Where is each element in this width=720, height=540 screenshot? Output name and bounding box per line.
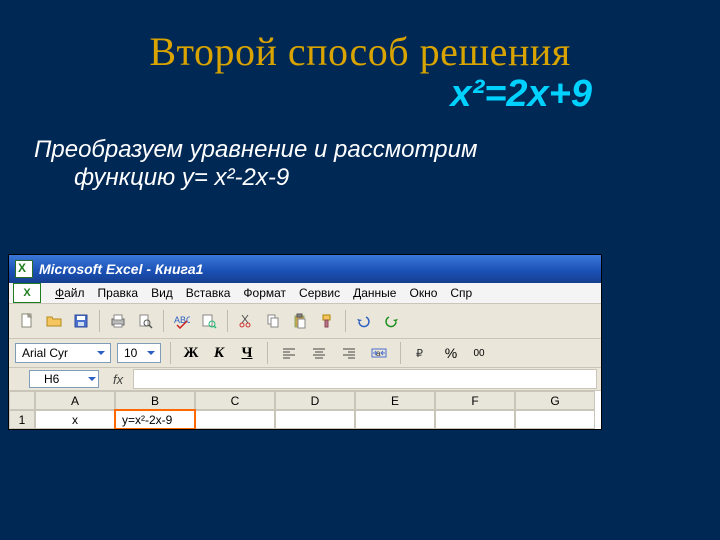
font-name-combo[interactable]: Arial Cyr [15, 343, 111, 363]
name-box[interactable]: H6 [29, 370, 99, 388]
format-painter-icon[interactable] [315, 309, 339, 333]
menu-file[interactable]: Файл [50, 285, 90, 301]
percent-button[interactable]: % [440, 342, 462, 364]
cell-g1[interactable] [515, 410, 595, 429]
workbook-icon [13, 283, 41, 303]
thousands-button[interactable]: 00 [468, 342, 490, 364]
cell-e1[interactable] [355, 410, 435, 429]
print-preview-icon[interactable] [133, 309, 157, 333]
slide: Второй способ решения х²=2х+9 Преобразуе… [0, 0, 720, 540]
new-doc-icon[interactable] [15, 309, 39, 333]
menu-format[interactable]: Формат [238, 285, 291, 301]
spellcheck-icon[interactable]: ABC [170, 309, 194, 333]
open-icon[interactable] [42, 309, 66, 333]
bold-button[interactable]: Ж [180, 342, 202, 364]
col-header-e[interactable]: E [355, 391, 435, 410]
italic-button[interactable]: К [208, 342, 230, 364]
window-title-text: Microsoft Excel - Книга1 [39, 261, 203, 277]
toolbar-separator [345, 310, 346, 332]
menu-bar: Файл Правка Вид Вставка Формат Сервис Да… [9, 283, 601, 304]
copy-icon[interactable] [261, 309, 285, 333]
formatting-toolbar: Arial Cyr 10 Ж К Ч a ₽ % 00 [9, 339, 601, 368]
column-header-row: A B C D E F G [9, 391, 601, 410]
menu-edit[interactable]: Правка [93, 285, 144, 301]
col-header-d[interactable]: D [275, 391, 355, 410]
menu-view[interactable]: Вид [146, 285, 178, 301]
name-box-value: H6 [44, 372, 59, 386]
font-size-value: 10 [124, 346, 137, 360]
table-row: 1 x y=x²-2x-9 [9, 410, 601, 429]
spreadsheet-grid: A B C D E F G 1 x y=x²-2x-9 [9, 391, 601, 429]
col-header-f[interactable]: F [435, 391, 515, 410]
cell-d1[interactable] [275, 410, 355, 429]
fx-label[interactable]: fx [103, 372, 133, 387]
toolbar-separator [400, 342, 401, 364]
cut-icon[interactable] [234, 309, 258, 333]
toolbar-separator [99, 310, 100, 332]
cell-a1[interactable]: x [35, 410, 115, 429]
undo-icon[interactable] [352, 309, 376, 333]
select-all-corner[interactable] [9, 391, 35, 410]
chevron-down-icon [94, 346, 108, 360]
chevron-down-icon [144, 346, 158, 360]
menu-help[interactable]: Спр [445, 285, 477, 301]
body-line-1: Преобразуем уравнение и рассмотрим [34, 136, 477, 163]
excel-app-icon [15, 260, 33, 278]
formula-input[interactable] [133, 369, 597, 389]
align-center-icon[interactable] [307, 341, 331, 365]
underline-button[interactable]: Ч [236, 342, 258, 364]
col-header-g[interactable]: G [515, 391, 595, 410]
redo-icon[interactable] [379, 309, 403, 333]
toolbar-separator [170, 342, 171, 364]
excel-window: Microsoft Excel - Книга1 Файл Правка Вид… [8, 254, 602, 430]
menu-tools[interactable]: Сервис [294, 285, 345, 301]
toolbar-separator [227, 310, 228, 332]
svg-text:₽: ₽ [416, 348, 423, 360]
research-icon[interactable] [197, 309, 221, 333]
font-size-combo[interactable]: 10 [117, 343, 161, 363]
merge-center-icon[interactable]: a [367, 341, 391, 365]
cell-b1[interactable]: y=x²-2x-9 [115, 410, 195, 429]
slide-title: Второй способ решения [0, 0, 720, 75]
toolbar-separator [267, 342, 268, 364]
col-header-a[interactable]: A [35, 391, 115, 410]
menu-data[interactable]: Данные [348, 285, 401, 301]
menu-window[interactable]: Окно [404, 285, 442, 301]
cell-c1[interactable] [195, 410, 275, 429]
print-icon[interactable] [106, 309, 130, 333]
body-line-2: функцию y= x²-2x-9 [34, 164, 289, 192]
svg-text:ABC: ABC [174, 315, 190, 325]
menu-insert[interactable]: Вставка [181, 285, 236, 301]
font-name-value: Arial Cyr [22, 346, 68, 360]
formula-bar: H6 fx [9, 368, 601, 391]
standard-toolbar: ABC [9, 304, 601, 339]
equation-line: х²=2х+9 [0, 73, 720, 116]
toolbar-separator [163, 310, 164, 332]
col-header-b[interactable]: B [115, 391, 195, 410]
body-text: Преобразуем уравнение и рассмотрим функц… [0, 116, 720, 192]
paste-icon[interactable] [288, 309, 312, 333]
cell-f1[interactable] [435, 410, 515, 429]
chevron-down-icon [88, 375, 96, 383]
row-header-1[interactable]: 1 [9, 410, 35, 429]
align-left-icon[interactable] [277, 341, 301, 365]
currency-icon[interactable]: ₽ [410, 341, 434, 365]
col-header-c[interactable]: C [195, 391, 275, 410]
save-icon[interactable] [69, 309, 93, 333]
align-right-icon[interactable] [337, 341, 361, 365]
window-titlebar: Microsoft Excel - Книга1 [9, 255, 601, 283]
